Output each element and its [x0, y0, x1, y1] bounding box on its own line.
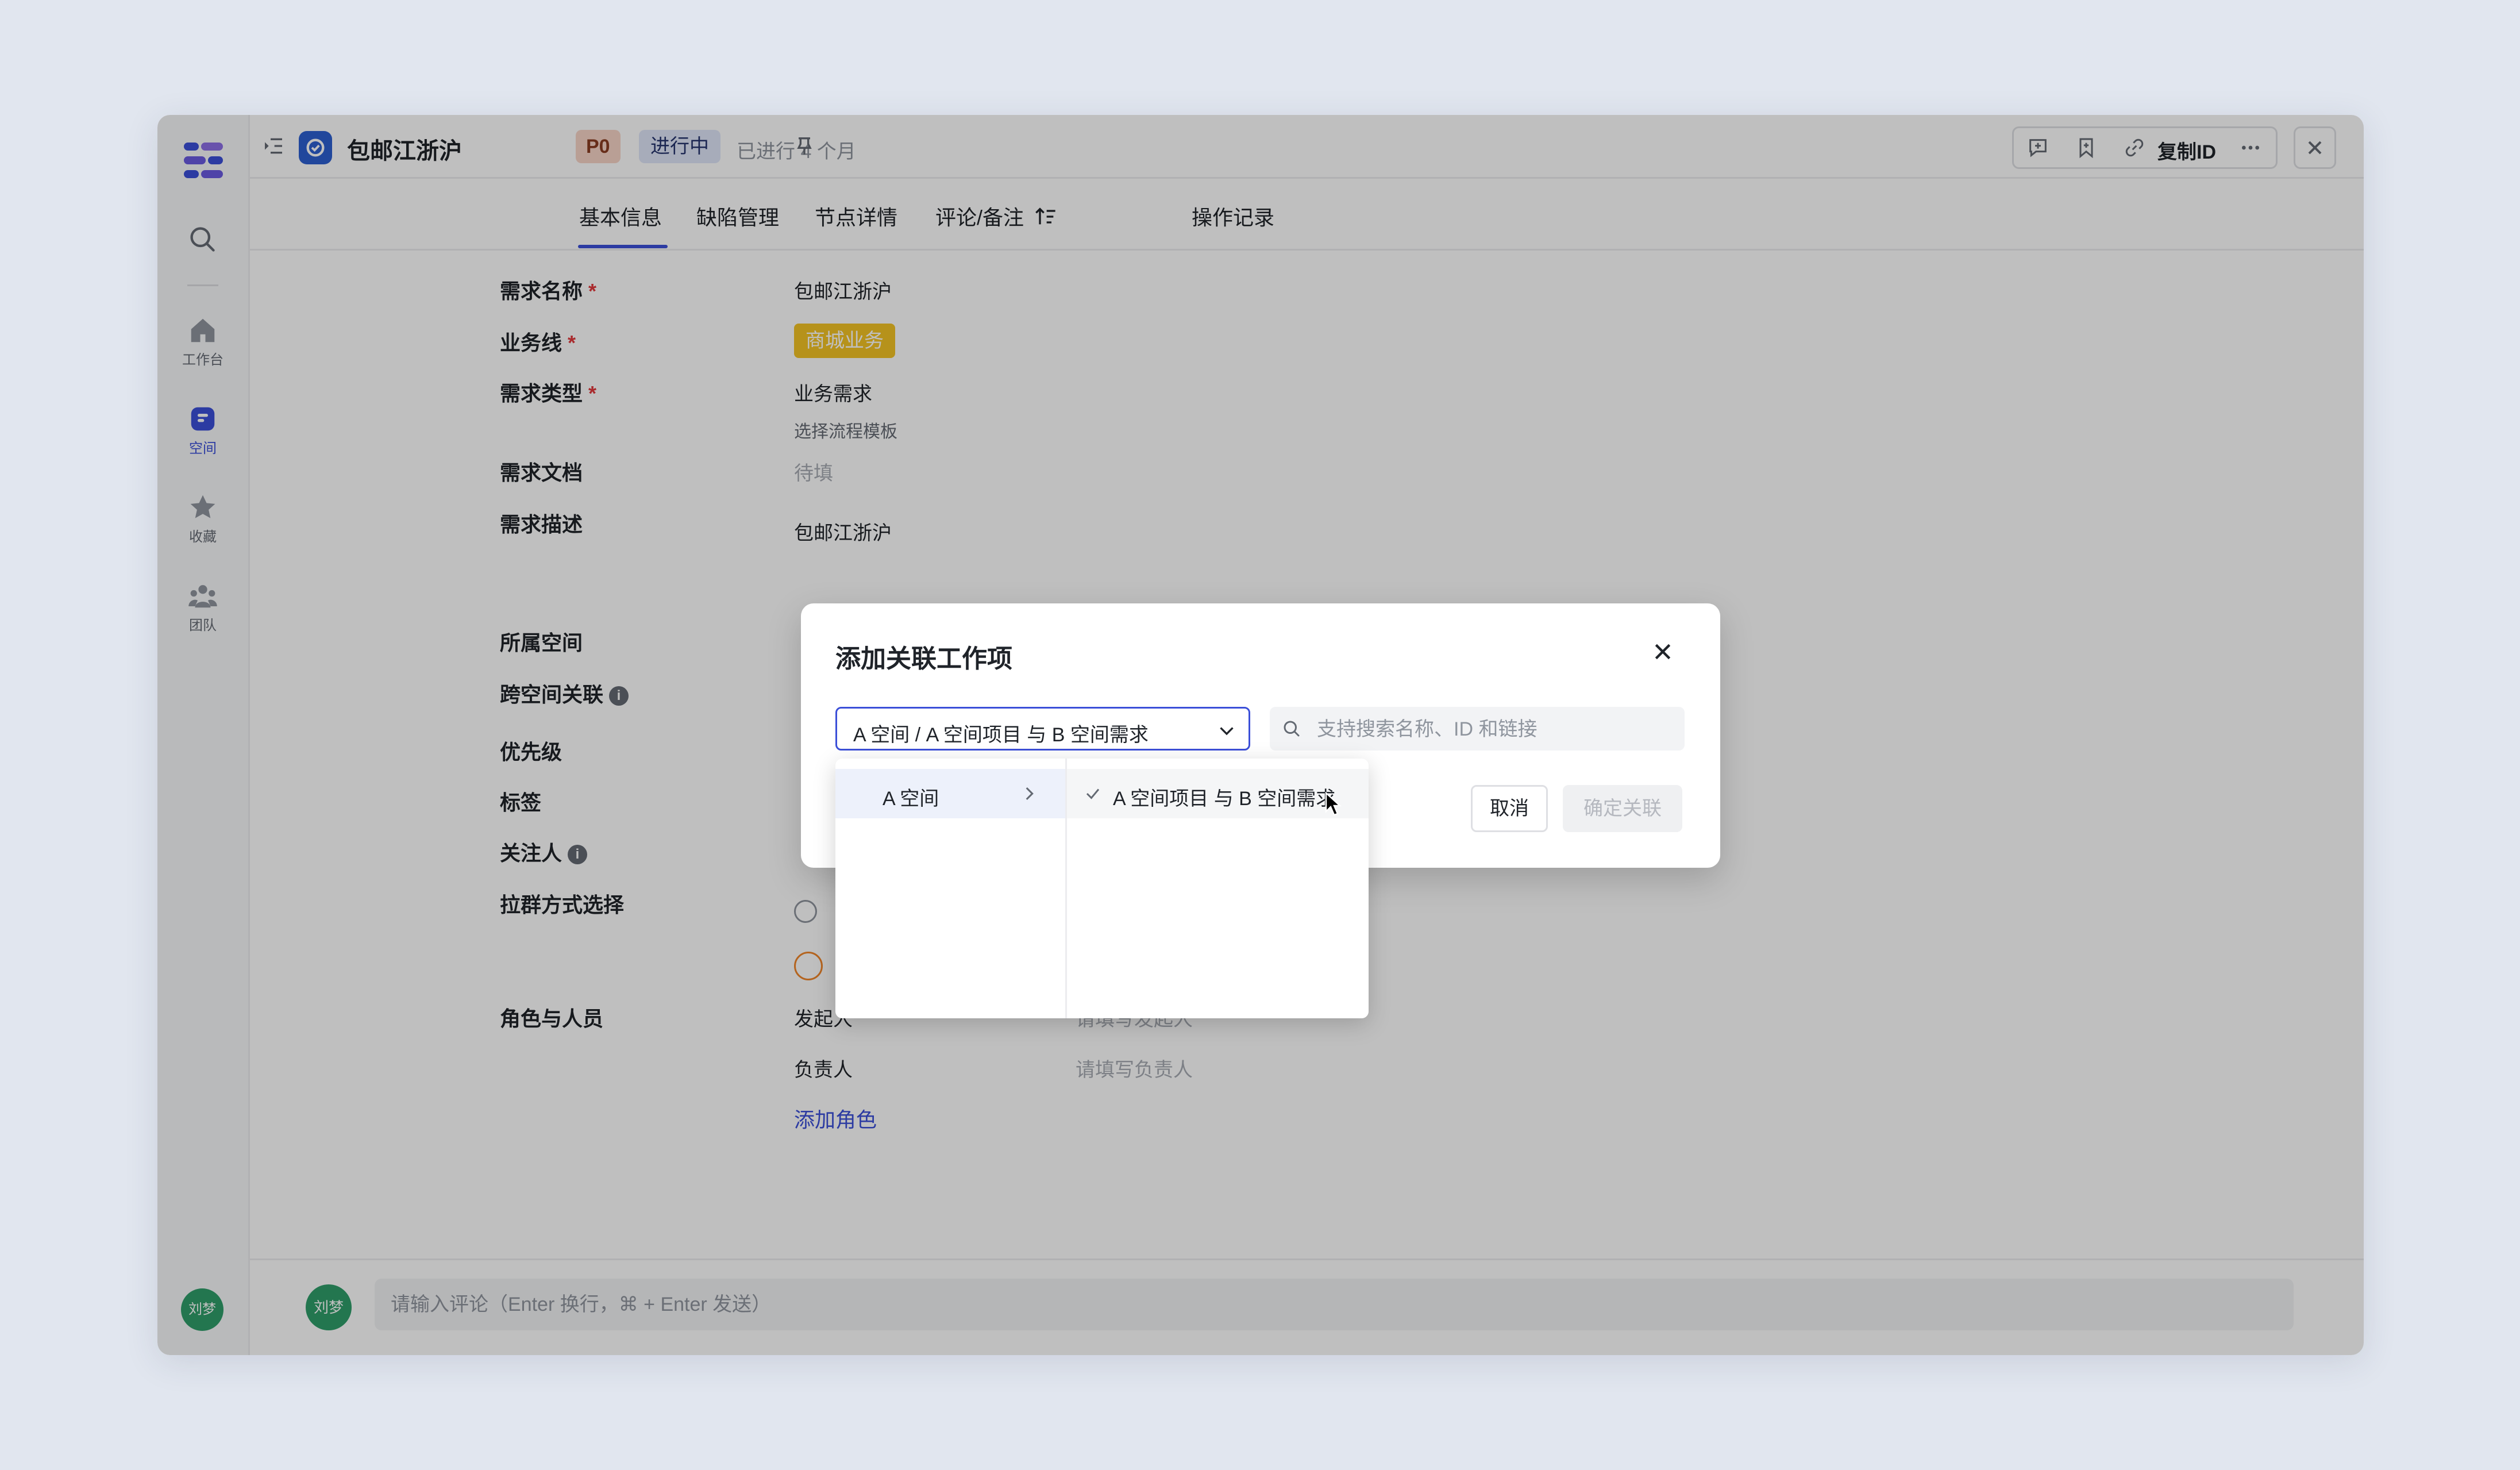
confirm-link-button[interactable]: 确定关联: [1563, 785, 1682, 832]
search-icon: [1284, 721, 1300, 737]
cascader-option-project[interactable]: A 空间项目 与 B 空间需求: [1067, 769, 1369, 818]
cascader-dropdown: A 空间 A 空间项目 与 B 空间需求: [835, 759, 1369, 1018]
select-value: A 空间 / A 空间项目 与 B 空间需求: [853, 724, 1149, 746]
search-box[interactable]: [1270, 707, 1685, 751]
check-icon: [1086, 788, 1100, 799]
dialog-title: 添加关联工作项: [835, 645, 1012, 673]
close-icon[interactable]: [1651, 640, 1674, 663]
chevron-right-icon: [1026, 787, 1034, 801]
option-label: A 空间项目 与 B 空间需求: [1113, 788, 1336, 810]
search-input[interactable]: [1316, 715, 1674, 744]
space-project-select[interactable]: A 空间 / A 空间项目 与 B 空间需求: [835, 707, 1250, 751]
mouse-cursor-icon: [1325, 792, 1342, 816]
option-label: A 空间: [883, 788, 939, 810]
chevron-down-icon: [1220, 727, 1234, 736]
cascader-option-space[interactable]: A 空间: [835, 769, 1065, 818]
cancel-button[interactable]: 取消: [1471, 785, 1548, 832]
